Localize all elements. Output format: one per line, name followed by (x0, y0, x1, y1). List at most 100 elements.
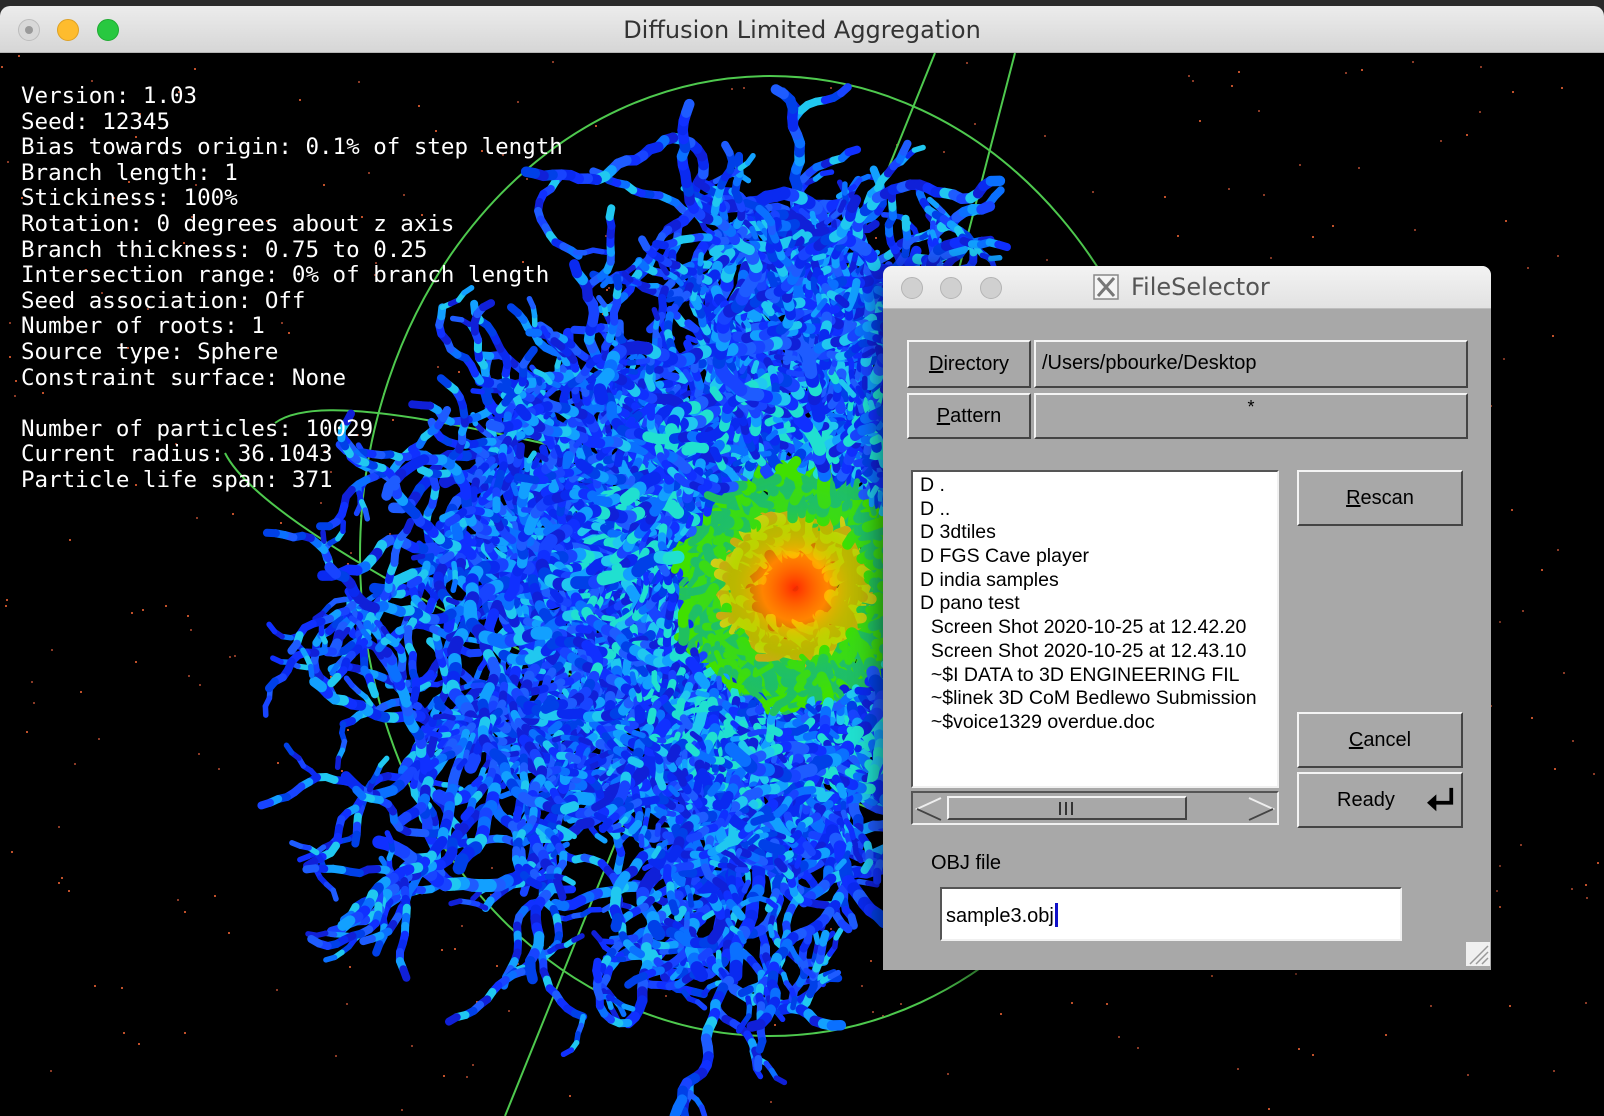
branch-segment (591, 930, 603, 943)
particle-dot (770, 1101, 772, 1103)
particle-dot (94, 985, 96, 987)
particle-dot (1440, 140, 1442, 142)
particle-dot (1312, 236, 1314, 238)
particle-dot (11, 851, 13, 853)
particle-dot (1509, 1005, 1511, 1007)
particle-dot (1554, 768, 1556, 770)
particle-dot (1046, 259, 1048, 261)
particle-dot (1332, 225, 1334, 227)
particle-dot (872, 1011, 874, 1013)
particle-dot (234, 655, 236, 657)
particle-dot (214, 895, 216, 897)
particle-dot (1531, 717, 1533, 719)
particle-dot (1586, 897, 1588, 899)
particle-dot (5, 605, 7, 607)
particle-dot (861, 985, 863, 987)
particle-dot (1137, 1047, 1139, 1049)
branch-segment (847, 913, 858, 930)
branch-segment (470, 889, 483, 902)
particle-dot (138, 1043, 140, 1045)
particle-dot (199, 684, 201, 686)
particle-dot (1106, 1003, 1108, 1005)
particle-dot (1466, 134, 1468, 136)
particle-dot (1199, 120, 1201, 122)
particle-dot (61, 877, 63, 879)
particle-dot (1, 66, 3, 68)
particle-dot (1164, 196, 1166, 198)
particle-dot (1177, 235, 1179, 237)
particle-dot (177, 899, 179, 901)
particle-dot (466, 1076, 468, 1078)
particle-dot (218, 768, 220, 770)
particle-dot (187, 615, 189, 617)
particle-dot (1479, 111, 1481, 113)
branch-segment (448, 898, 463, 907)
particle-dot (1270, 257, 1272, 259)
particle-dot (1412, 61, 1414, 63)
particle-dot (14, 395, 16, 397)
window-titlebar[interactable]: Diffusion Limited Aggregation (0, 6, 1604, 53)
branch-segment (694, 999, 708, 1011)
particle-dot (1563, 672, 1565, 674)
particle-dot (508, 1010, 510, 1012)
particle-dot (1467, 1074, 1469, 1076)
particle-dot (1499, 906, 1501, 908)
particle-dot (1268, 1108, 1270, 1110)
particle-dot (194, 68, 196, 70)
branch-segment (833, 927, 844, 941)
particle-dot (665, 995, 667, 997)
particle-dot (229, 656, 231, 658)
particle-dot (974, 123, 976, 125)
particle-dot (349, 966, 351, 968)
particle-dot (190, 629, 192, 631)
particle-dot (347, 729, 349, 731)
particle-dot (80, 691, 82, 693)
particle-dot (1231, 85, 1233, 87)
particle-dot (966, 62, 968, 64)
particle-dot (26, 731, 28, 733)
particle-dot (1512, 91, 1514, 93)
particle-dot (1071, 1002, 1073, 1004)
particle-dot (1298, 1048, 1300, 1050)
particle-dot (335, 1055, 337, 1057)
particle-dot (346, 1003, 348, 1005)
particle-dot (472, 1064, 474, 1066)
particle-dot (58, 826, 60, 828)
particle-dot (461, 925, 463, 927)
particle-dot (31, 681, 33, 683)
particle-dot (188, 675, 190, 677)
particle-dot (1092, 191, 1094, 193)
particle-dot (608, 287, 610, 289)
particle-dot (1044, 135, 1046, 137)
particle-dot (1228, 188, 1230, 190)
branch-segment (592, 957, 602, 975)
particle-dot (1520, 844, 1522, 846)
particle-dot (9, 322, 11, 324)
particle-dot (875, 237, 877, 239)
particle-dot (280, 522, 282, 524)
particle-dot (50, 1070, 52, 1072)
particle-dot (1211, 975, 1213, 977)
particle-dot (123, 1032, 125, 1034)
particle-dot (131, 612, 133, 614)
particle-dot (198, 753, 200, 755)
branch-segment (812, 930, 821, 946)
particle-dot (1593, 773, 1595, 775)
particle-dot (1188, 75, 1190, 77)
particle-dot (184, 1032, 186, 1034)
particle-dot (443, 1075, 445, 1077)
particle-dot (1522, 610, 1524, 612)
particle-dot (277, 762, 279, 764)
particle-dot (830, 87, 832, 89)
particle-dot (1299, 164, 1301, 166)
particle-dot (350, 552, 352, 554)
particle-dot (454, 948, 456, 950)
particle-dot (1585, 1002, 1587, 1004)
particle-dot (569, 1095, 571, 1097)
particle-dot (1505, 220, 1507, 222)
particle-dot (1238, 71, 1240, 73)
particle-dot (184, 911, 186, 913)
particle-dot (1430, 1005, 1432, 1007)
branch-segment (621, 1003, 636, 1012)
particle-dot (401, 1109, 403, 1111)
